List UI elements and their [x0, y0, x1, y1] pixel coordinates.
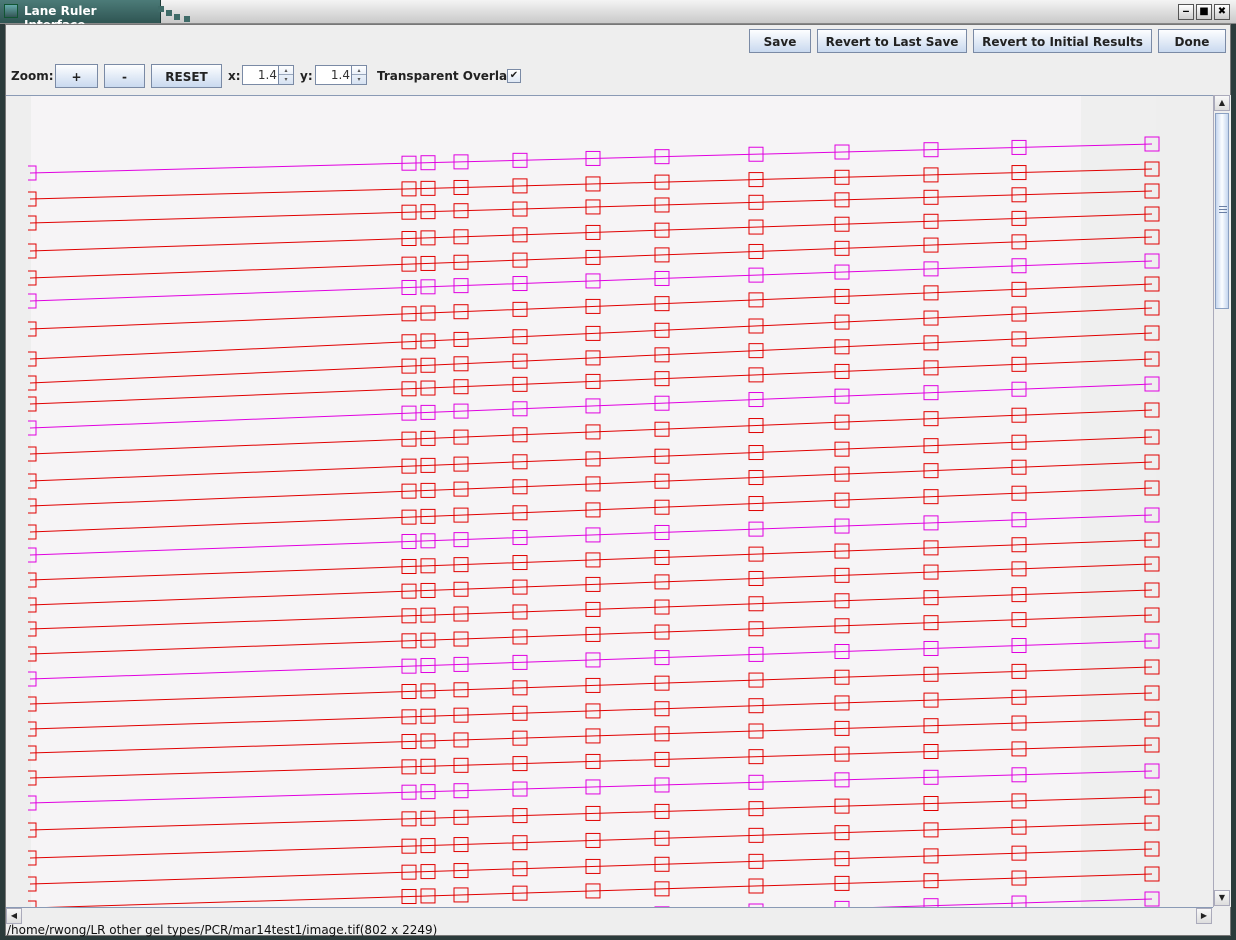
title-bar[interactable]: Lane Ruler Interface ‒ ■ ✖ — [0, 0, 1236, 32]
done-button[interactable]: Done — [1158, 29, 1226, 53]
marker-lane[interactable] — [28, 891, 1160, 908]
x-scale-spinner[interactable]: 1.4 ▴ ▾ — [242, 65, 294, 85]
y-spin-up-icon[interactable]: ▴ — [352, 66, 366, 75]
app-window: Lane Ruler Interface ‒ ■ ✖ Save Revert t… — [0, 0, 1236, 940]
window-menu-icon[interactable] — [4, 4, 18, 18]
client-area: Save Revert to Last Save Revert to Initi… — [5, 24, 1231, 937]
vertical-scroll-thumb[interactable] — [1215, 113, 1229, 309]
lane[interactable] — [28, 711, 1160, 761]
lane-line[interactable] — [29, 260, 1153, 302]
x-spin-up-icon[interactable]: ▴ — [279, 66, 293, 75]
lane[interactable] — [28, 276, 1160, 337]
lane-line[interactable] — [29, 168, 1153, 200]
lane-line[interactable] — [29, 436, 1153, 482]
zoom-label: Zoom: — [11, 69, 54, 83]
revert-to-last-save-button[interactable]: Revert to Last Save — [817, 29, 967, 53]
lane-line[interactable] — [29, 539, 1153, 581]
lane-line[interactable] — [29, 640, 1153, 680]
lane[interactable] — [28, 532, 1160, 588]
lane-line[interactable] — [29, 563, 1153, 606]
zoom-in-button[interactable]: + — [55, 64, 98, 88]
lane[interactable] — [28, 351, 1160, 412]
marker-lane[interactable] — [28, 763, 1160, 811]
lane-line[interactable] — [29, 461, 1153, 507]
lane[interactable] — [28, 556, 1160, 613]
zoom-reset-button[interactable]: RESET — [151, 64, 222, 88]
lane-line[interactable] — [29, 213, 1153, 252]
lane-line[interactable] — [29, 143, 1153, 174]
close-button[interactable]: ✖ — [1214, 4, 1230, 20]
title-decoration — [158, 6, 192, 22]
transparent-overlay-checkbox[interactable]: ✔ — [507, 69, 521, 83]
x-scale-value[interactable]: 1.4 — [258, 68, 277, 82]
lane[interactable] — [28, 789, 1160, 838]
lane-overlay[interactable] — [6, 96, 1213, 908]
lane-line[interactable] — [29, 770, 1153, 804]
lane-line[interactable] — [29, 614, 1153, 655]
lane-line[interactable] — [29, 409, 1153, 455]
revert-to-initial-results-button[interactable]: Revert to Initial Results — [973, 29, 1152, 53]
status-file-path: /home/rwong/LR other gel types/PCR/mar14… — [7, 923, 438, 937]
x-spin-down-icon[interactable]: ▾ — [279, 75, 293, 84]
y-spin-down-icon[interactable]: ▾ — [352, 75, 366, 84]
minimize-button[interactable]: ‒ — [1178, 4, 1194, 20]
lane[interactable] — [28, 300, 1160, 367]
lane[interactable] — [28, 325, 1160, 391]
scroll-up-button[interactable]: ▲ — [1214, 95, 1230, 111]
gel-image-viewport[interactable] — [6, 95, 1213, 908]
zoom-out-button[interactable]: - — [104, 64, 145, 88]
lane-line[interactable] — [29, 358, 1153, 405]
scroll-left-button[interactable]: ◀ — [6, 908, 22, 924]
lane-line[interactable] — [29, 383, 1153, 429]
save-button[interactable]: Save — [749, 29, 811, 53]
lane[interactable] — [28, 480, 1160, 540]
lane[interactable] — [28, 454, 1160, 514]
lane-line[interactable] — [29, 514, 1153, 556]
transparent-overlay-label: Transparent Overlay — [377, 69, 515, 83]
y-scale-value[interactable]: 1.4 — [331, 68, 350, 82]
title-tab: Lane Ruler Interface — [0, 0, 161, 32]
scroll-right-button[interactable]: ▶ — [1196, 908, 1212, 924]
lane-line[interactable] — [29, 796, 1153, 831]
marker-lane[interactable] — [28, 507, 1160, 563]
lane-line[interactable] — [29, 744, 1153, 779]
y-scale-label: y: — [300, 69, 313, 83]
lane-line[interactable] — [29, 589, 1153, 630]
lane-line[interactable] — [29, 822, 1153, 859]
x-scale-label: x: — [228, 69, 241, 83]
lane[interactable] — [28, 229, 1160, 286]
lane[interactable] — [28, 659, 1160, 712]
maximize-button[interactable]: ■ — [1196, 4, 1212, 20]
scroll-down-button[interactable]: ▼ — [1214, 890, 1230, 906]
lane-line[interactable] — [29, 487, 1153, 533]
lane-line[interactable] — [29, 190, 1153, 224]
horizontal-scrollbar[interactable]: ◀ ▶ — [6, 907, 1213, 924]
lane[interactable] — [28, 737, 1160, 786]
marker-lane[interactable] — [28, 376, 1160, 436]
lane-line[interactable] — [29, 236, 1153, 279]
lane[interactable] — [28, 815, 1160, 866]
lane-line[interactable] — [29, 283, 1153, 330]
y-scale-spinner[interactable]: 1.4 ▴ ▾ — [315, 65, 367, 85]
vertical-scrollbar[interactable]: ▲ ▼ — [1213, 95, 1231, 907]
grip-icon — [1219, 206, 1227, 213]
